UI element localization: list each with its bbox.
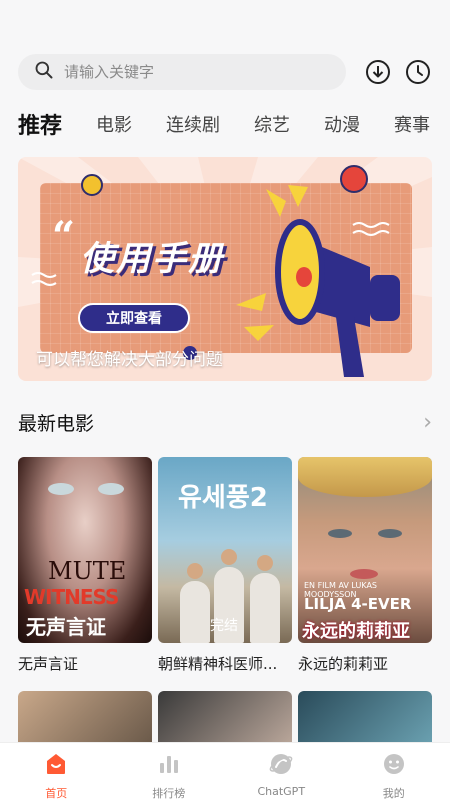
quote-mark: “ [52,213,76,260]
search-input[interactable] [64,63,324,81]
category-tabs: 推荐 电影 连续剧 综艺 动漫 赛事 [18,104,450,144]
poster-text: 完结 [210,618,238,634]
tabbar-label: 排行榜 [152,787,186,800]
movie-poster[interactable] [298,691,432,743]
poster-art [48,483,74,495]
poster-art [328,529,352,538]
poster-text: 无声言证 [26,615,106,639]
search-icon [34,60,54,84]
tabbar-ranking[interactable]: 排行榜 [113,743,226,800]
poster-art [98,483,124,495]
search-box[interactable] [18,54,346,90]
poster-art [298,457,432,497]
banner-view-button[interactable]: 立即查看 [78,303,190,333]
movie-title[interactable]: 永远的莉莉亚 [298,653,432,674]
status-bar-area [0,0,450,52]
tab-movies[interactable]: 电影 [96,111,132,137]
poster-art [350,569,378,579]
ranking-icon [156,751,182,781]
poster-art [180,581,210,643]
home-icon [43,751,69,781]
tab-recommended[interactable]: 推荐 [18,108,62,140]
movie-poster[interactable]: 유세풍2 完结 [158,457,292,643]
tab-sports[interactable]: 赛事 [394,111,430,137]
movie-poster[interactable]: EN FILM AV LUKAS MOODYSSON LILJA 4-EVER … [298,457,432,643]
bottom-tab-bar: 首页 排行榜 ChatGPT 我的 [0,742,450,800]
tabbar-label: 我的 [382,787,405,800]
tab-series[interactable]: 连续剧 [166,111,220,137]
movie-card[interactable]: EN FILM AV LUKAS MOODYSSON LILJA 4-EVER … [298,457,432,674]
section-title: 最新电影 [18,412,95,435]
poster-art [250,573,280,643]
poster-art [221,549,237,565]
movie-card[interactable]: MUTE WITNESS 无声言证 无声言证 [18,457,152,674]
promo-banner[interactable]: “ 使用手册 立即查看 可以帮您解决大部分问题 [18,157,432,381]
poster-text: MUTE [48,557,127,585]
banner-caption: 可以帮您解决大部分问题 [36,350,223,370]
movie-card[interactable] [158,691,292,743]
tabbar-label: ChatGPT [257,785,306,798]
poster-art [378,529,402,538]
tabbar-chatgpt[interactable]: ChatGPT [225,743,338,800]
poster-text: LILJA 4-EVER [304,595,412,613]
movie-poster[interactable]: MUTE WITNESS 无声言证 [18,457,152,643]
search-row [18,54,432,90]
tabbar-profile[interactable]: 我的 [338,743,450,800]
banner-title: 使用手册 [80,239,224,279]
movie-poster[interactable] [18,691,152,743]
poster-art [187,563,203,579]
tab-variety[interactable]: 综艺 [254,111,290,137]
latest-movies-header[interactable]: 最新电影 › [18,404,432,440]
poster-text: 永远的莉莉亚 [302,621,410,642]
movie-list: MUTE WITNESS 无声言证 无声言证 유세풍2 完结 朝鲜精神科医师..… [18,457,432,674]
movie-title[interactable]: 无声言证 [18,653,152,674]
download-icon[interactable] [364,58,392,86]
poster-text: WITNESS [24,585,119,609]
chatgpt-icon [268,751,294,781]
movie-card[interactable] [18,691,152,743]
tab-anime[interactable]: 动漫 [324,111,360,137]
history-icon[interactable] [404,58,432,86]
poster-art [257,555,273,571]
chevron-right-icon[interactable]: › [423,410,432,435]
movie-poster[interactable] [158,691,292,743]
profile-icon [381,751,407,781]
movie-card[interactable] [298,691,432,743]
tabbar-label: 首页 [45,787,68,800]
poster-text: 유세풍2 [178,483,268,513]
movie-list-row-2 [18,691,432,743]
movie-card[interactable]: 유세풍2 完结 朝鲜精神科医师... [158,457,292,674]
movie-title[interactable]: 朝鲜精神科医师... [158,653,292,674]
tabbar-home[interactable]: 首页 [0,743,113,800]
